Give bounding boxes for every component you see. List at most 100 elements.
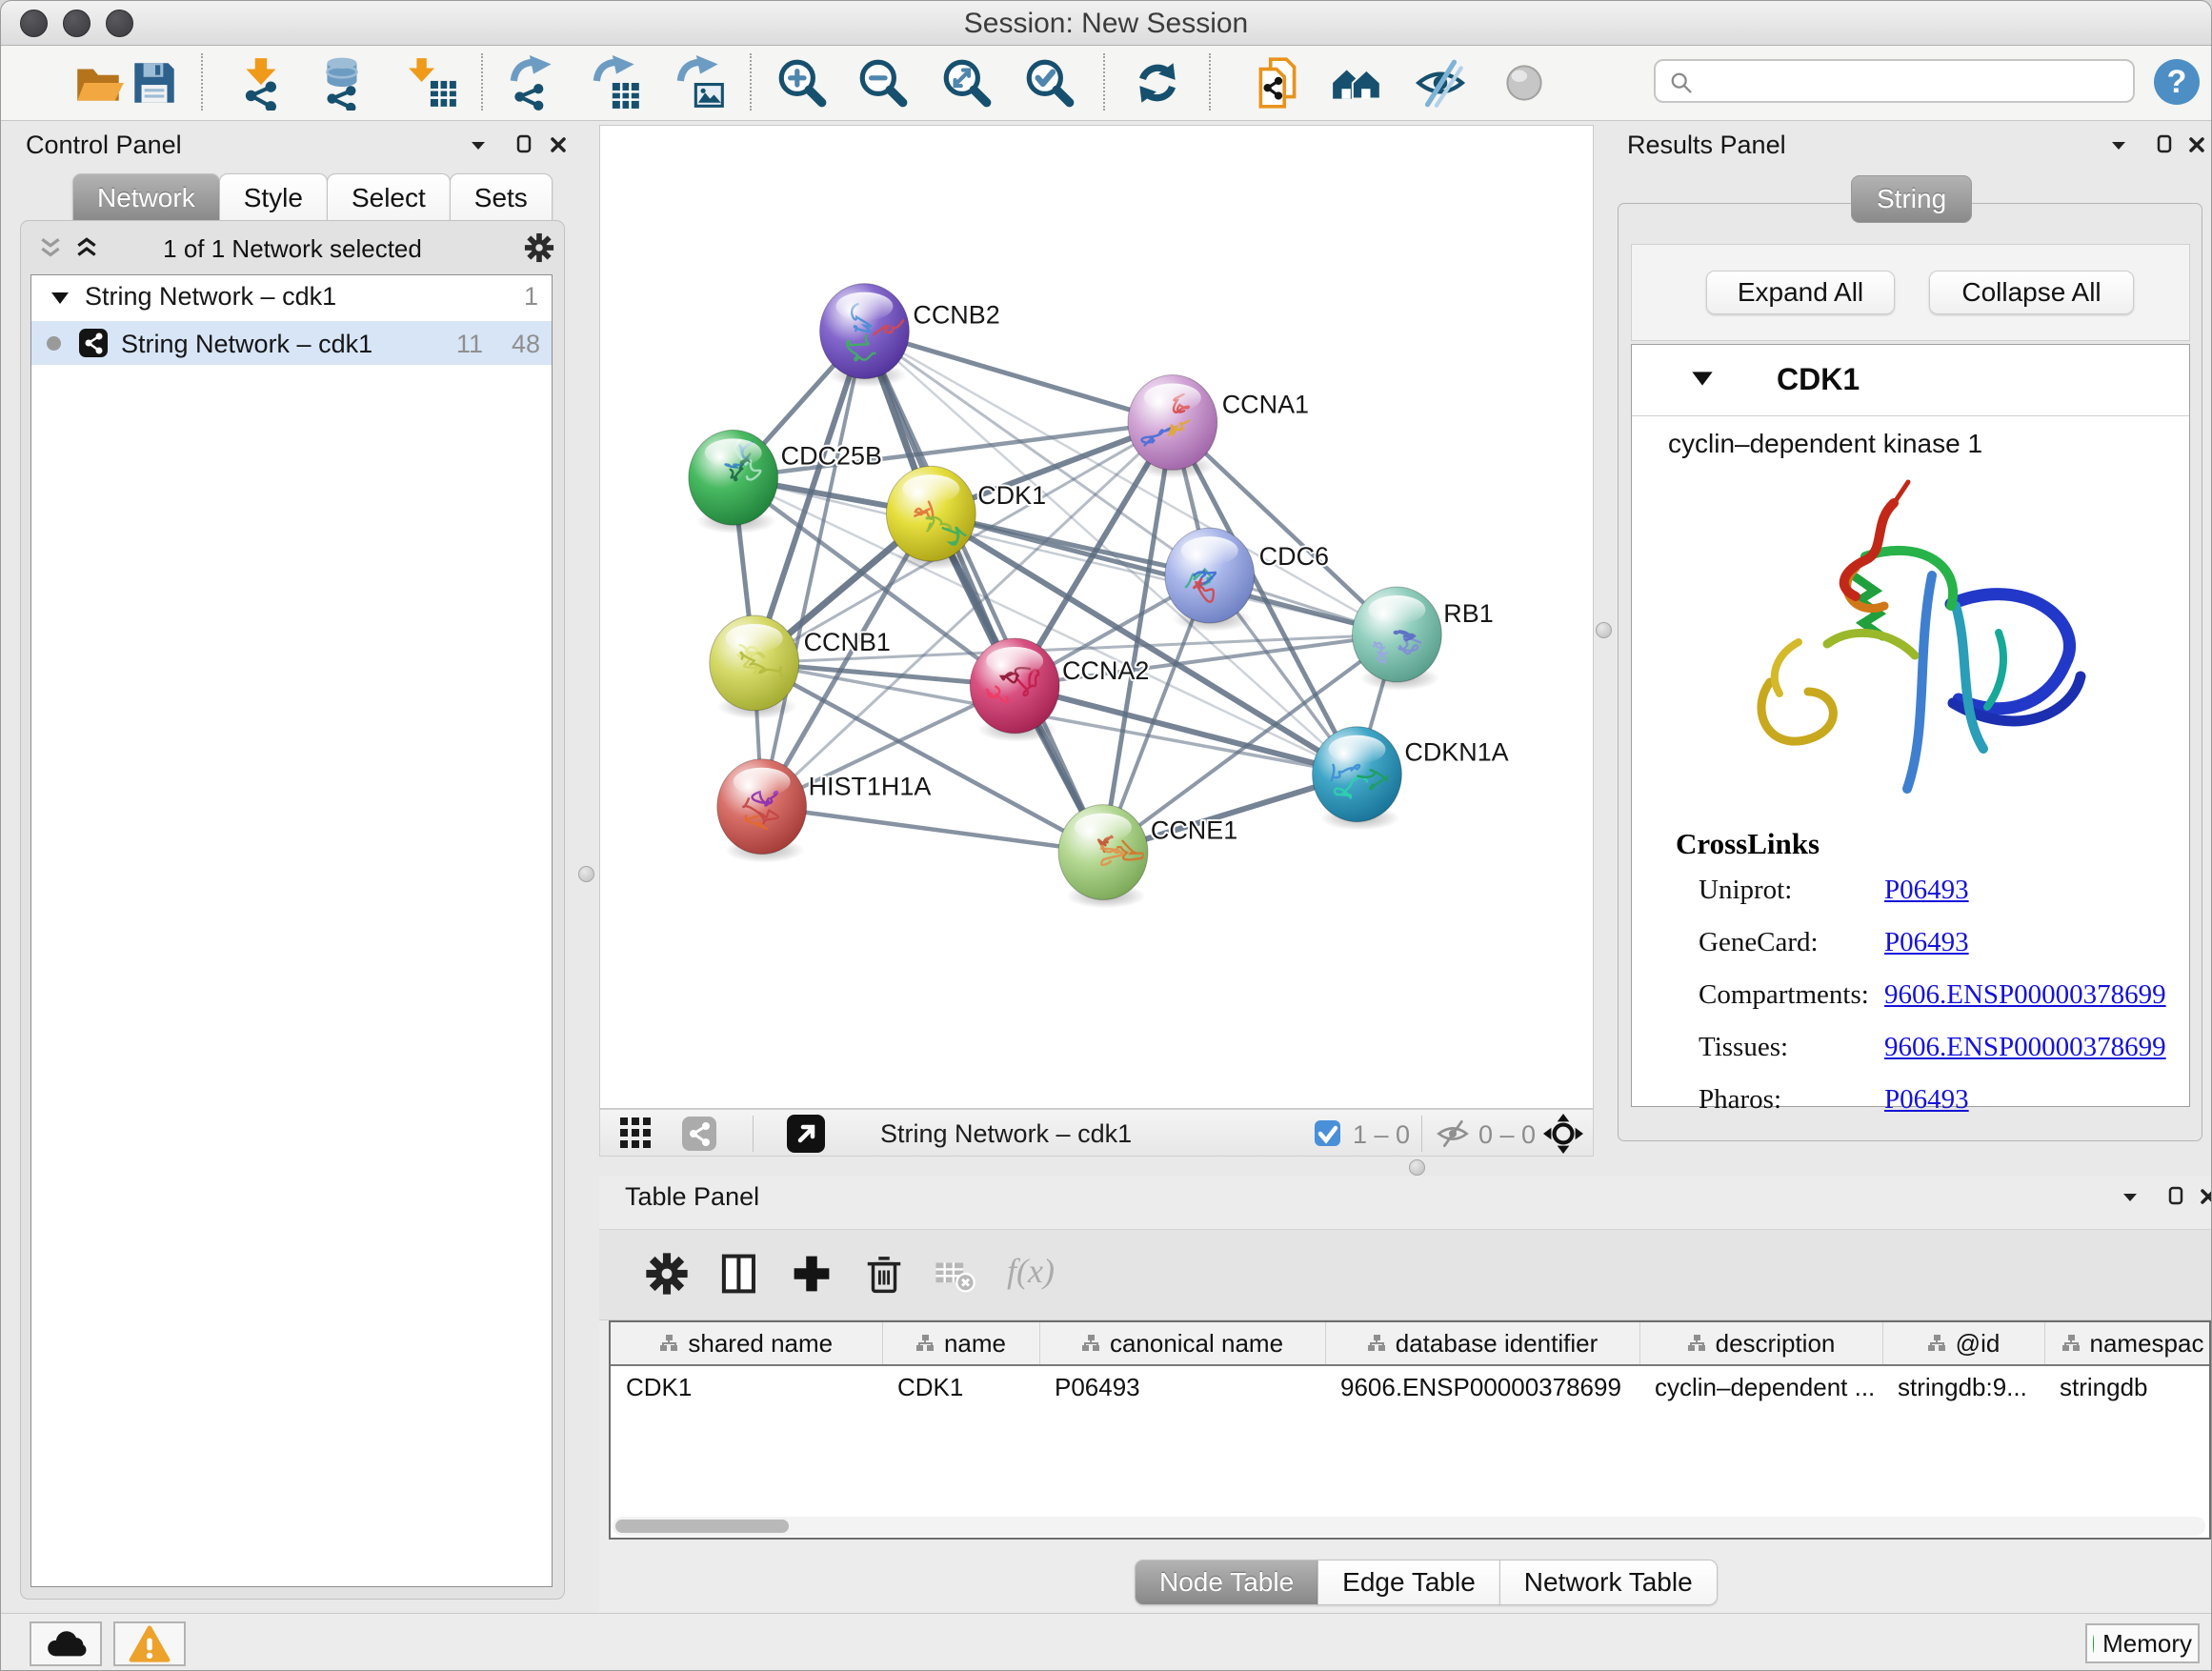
- network-collection-row[interactable]: String Network – cdk1 1: [31, 275, 552, 321]
- export-image-icon[interactable]: [669, 50, 732, 115]
- crosslink-value-link[interactable]: P06493: [1884, 875, 1969, 906]
- trash-icon[interactable]: [860, 1249, 910, 1299]
- collapse-all-button[interactable]: Collapse All: [1929, 271, 2134, 314]
- table-row[interactable]: CDK1CDK1P064939606.ENSP00000378699cyclin…: [611, 1365, 2211, 1408]
- export-table-icon[interactable]: [585, 50, 648, 115]
- network-row[interactable]: String Network – cdk1 11 48: [31, 321, 552, 365]
- clear-table-icon[interactable]: [931, 1249, 980, 1299]
- tab-string[interactable]: String: [1851, 175, 1972, 223]
- network-canvas[interactable]: CCNB2CCNA1CDC25BCDK1CDC6RB1CCNB1CCNA2CDK…: [599, 125, 1594, 1109]
- close-panel-icon[interactable]: [2198, 1187, 2212, 1206]
- tab-edge-table[interactable]: Edge Table: [1317, 1560, 1500, 1605]
- gear-icon[interactable]: [643, 1249, 693, 1299]
- network-edge[interactable]: [864, 332, 1172, 423]
- add-icon[interactable]: [788, 1249, 837, 1299]
- clone-network-icon[interactable]: [1247, 50, 1310, 115]
- tab-network-table[interactable]: Network Table: [1499, 1560, 1718, 1605]
- vertical-splitter-grip[interactable]: [1596, 622, 1612, 638]
- search-input[interactable]: [1701, 64, 2124, 98]
- float-panel-icon[interactable]: [513, 134, 534, 153]
- network-edge[interactable]: [931, 513, 1397, 634]
- warning-icon[interactable]: [113, 1621, 186, 1666]
- zoom-fit-icon[interactable]: [935, 50, 998, 115]
- network-node[interactable]: [1313, 727, 1402, 831]
- node-result-header[interactable]: CDK1: [1632, 345, 2189, 416]
- network-node[interactable]: [970, 638, 1059, 742]
- column-header[interactable]: database identifier: [1325, 1322, 1639, 1365]
- network-node[interactable]: [886, 466, 975, 570]
- refresh-icon[interactable]: [1126, 50, 1189, 115]
- float-panel-icon[interactable]: [2154, 134, 2175, 153]
- zoom-selected-icon[interactable]: [1018, 50, 1081, 115]
- column-header[interactable]: shared name: [611, 1322, 882, 1365]
- panel-menu-icon[interactable]: [2108, 136, 2129, 155]
- cloud-icon[interactable]: [30, 1621, 102, 1666]
- float-panel-icon[interactable]: [2165, 1186, 2186, 1205]
- open-session-icon[interactable]: [68, 50, 131, 115]
- table-cell[interactable]: CDK1: [611, 1365, 882, 1408]
- crosshair-icon[interactable]: [1543, 1114, 1583, 1154]
- columns-icon[interactable]: [715, 1249, 765, 1299]
- network-node[interactable]: [710, 615, 799, 719]
- memory-button[interactable]: Memory: [2085, 1623, 2200, 1663]
- expand-all-button[interactable]: Expand All: [1706, 271, 1895, 314]
- table-cell[interactable]: CDK1: [882, 1365, 1039, 1408]
- import-table-icon[interactable]: [401, 50, 464, 115]
- collapse-section-icon[interactable]: [1691, 370, 1714, 388]
- save-session-icon[interactable]: [123, 50, 186, 115]
- grid-icon[interactable]: [619, 1117, 654, 1151]
- scrollbar-thumb[interactable]: [615, 1520, 789, 1533]
- share-icon[interactable]: [682, 1117, 716, 1151]
- network-node[interactable]: [820, 284, 913, 388]
- selected-checkbox-icon[interactable]: [1315, 1120, 1340, 1146]
- horizontal-splitter-grip[interactable]: [1409, 1159, 1425, 1176]
- column-header[interactable]: @id: [1882, 1322, 2044, 1365]
- tab-select[interactable]: Select: [327, 173, 451, 223]
- network-edge[interactable]: [762, 332, 865, 807]
- crosslink-value-link[interactable]: 9606.ENSP00000378699: [1884, 979, 2166, 1011]
- zoom-out-icon[interactable]: [852, 50, 915, 115]
- network-node[interactable]: [1352, 587, 1441, 691]
- column-header[interactable]: name: [882, 1322, 1039, 1365]
- close-panel-icon[interactable]: [548, 135, 569, 154]
- tab-style[interactable]: Style: [219, 173, 328, 223]
- hide-annotations-icon[interactable]: [1409, 50, 1472, 115]
- crosslink-value-link[interactable]: P06493: [1884, 927, 1969, 958]
- network-edge[interactable]: [762, 807, 1103, 853]
- import-network-database-icon[interactable]: [312, 50, 374, 115]
- column-header[interactable]: description: [1639, 1322, 1882, 1365]
- table-cell[interactable]: 9606.ENSP00000378699: [1325, 1365, 1639, 1408]
- zoom-in-icon[interactable]: [771, 50, 834, 115]
- network-node[interactable]: [689, 430, 778, 534]
- tab-network[interactable]: Network: [72, 173, 220, 223]
- table-cell[interactable]: cyclin–dependent ...: [1639, 1365, 1882, 1408]
- tree-expand-icon[interactable]: [50, 291, 70, 306]
- network-edge[interactable]: [1015, 686, 1357, 775]
- hidden-eye-icon[interactable]: [1435, 1120, 1471, 1147]
- panel-menu-icon[interactable]: [468, 136, 489, 155]
- crosslink-value-link[interactable]: 9606.ENSP00000378699: [1884, 1032, 2166, 1063]
- panel-menu-icon[interactable]: [2120, 1188, 2141, 1207]
- network-node[interactable]: [717, 759, 807, 863]
- table-cell[interactable]: stringdb: [2044, 1365, 2211, 1408]
- column-header[interactable]: namespac: [2044, 1322, 2211, 1365]
- inactive-eye-icon[interactable]: [1493, 50, 1556, 115]
- close-panel-icon[interactable]: [2186, 135, 2207, 154]
- network-node[interactable]: [1058, 805, 1148, 909]
- table-cell[interactable]: P06493: [1039, 1365, 1325, 1408]
- table-cell[interactable]: stringdb:9...: [1882, 1365, 2044, 1408]
- network-node[interactable]: [1165, 528, 1255, 632]
- network-edge[interactable]: [762, 422, 1173, 806]
- crosslink-value-link[interactable]: P06493: [1884, 1084, 1969, 1116]
- import-network-icon[interactable]: [231, 50, 294, 115]
- tab-sets[interactable]: Sets: [450, 173, 553, 223]
- gear-icon[interactable]: [524, 232, 554, 263]
- open-in-window-icon[interactable]: [787, 1115, 825, 1153]
- table-horizontal-scrollbar[interactable]: [613, 1517, 2205, 1536]
- tab-node-table[interactable]: Node Table: [1135, 1560, 1318, 1605]
- help-icon[interactable]: ?: [2152, 57, 2202, 107]
- home-layout-icon[interactable]: [1325, 50, 1388, 115]
- export-network-icon[interactable]: [502, 50, 565, 115]
- vertical-splitter-grip[interactable]: [578, 866, 594, 882]
- column-header[interactable]: canonical name: [1039, 1322, 1325, 1365]
